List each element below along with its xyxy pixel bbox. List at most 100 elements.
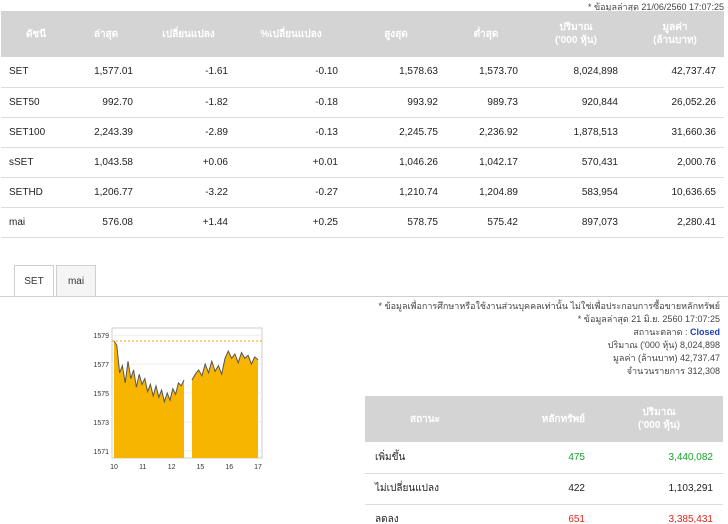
status-label: ลดลง	[365, 504, 485, 524]
status-volume: 1,103,291	[595, 473, 723, 505]
col-header-change[interactable]: เปลี่ยนแปลง	[141, 11, 236, 57]
col-header-high[interactable]: สูงสุด	[346, 11, 446, 57]
status-count: 651	[485, 504, 595, 524]
table-row: SETHD 1,206.77 -3.22 -0.27 1,210.74 1,20…	[1, 177, 724, 208]
cell-last: 576.08	[71, 207, 141, 238]
col-header-low[interactable]: ต่ำสุด	[446, 11, 526, 57]
cell-low: 1,204.89	[446, 177, 526, 208]
status-table: สถานะ หลักทรัพย์ ปริมาณ ('000 หุ้น) เพิ่…	[365, 396, 723, 524]
value-value: 42,737.47	[679, 353, 720, 363]
col-header-volume[interactable]: ปริมาณ ('000 หุ้น)	[526, 11, 626, 57]
table-row: SET 1,577.01 -1.61 -0.10 1,578.63 1,573.…	[1, 57, 724, 88]
cell-low: 989.73	[446, 87, 526, 118]
cell-pct: +0.25	[236, 207, 346, 238]
cell-low: 2,236.92	[446, 117, 526, 148]
disclaimer-text: * ข้อมูลเพื่อการศึกษาหรือใช้งานส่วนบุคคล…	[378, 301, 720, 311]
value-header-text: มูลค่า (ล้านบาท)	[653, 22, 697, 46]
cell-high: 993.92	[346, 87, 446, 118]
tab-mai[interactable]: mai	[56, 265, 96, 297]
status-label: เพิ่มขึ้น	[365, 442, 485, 474]
status-volume: 3,385,431	[595, 504, 723, 524]
col-header-status[interactable]: สถานะ	[365, 396, 485, 442]
cell-last: 2,243.39	[71, 117, 141, 148]
cell-pct: -0.13	[236, 117, 346, 148]
cell-last: 1,043.58	[71, 147, 141, 178]
x-tick-label: 11	[139, 464, 146, 470]
tab-divider	[0, 296, 728, 297]
cell-volume: 570,431	[526, 147, 626, 178]
cell-value: 2,000.76	[626, 147, 724, 178]
col-header-securities[interactable]: หลักทรัพย์	[485, 396, 595, 442]
y-tick-label: 1579	[93, 333, 109, 340]
cell-volume: 920,844	[526, 87, 626, 118]
y-tick-label: 1575	[93, 391, 109, 398]
table-row: ลดลง 651 3,385,431	[365, 504, 723, 524]
x-tick-label: 12	[168, 464, 176, 470]
cell-high: 1,210.74	[346, 177, 446, 208]
cell-low: 1,042.17	[446, 147, 526, 178]
y-tick-label: 1571	[93, 449, 109, 456]
cell-last: 1,577.01	[71, 57, 141, 88]
y-tick-label: 1577	[93, 362, 109, 369]
trades-value: 312,308	[687, 366, 720, 376]
volume-value: 8,024,898	[679, 340, 720, 350]
cell-change: +0.06	[141, 147, 236, 178]
index-link-set50[interactable]: SET50	[1, 87, 71, 118]
cell-pct: -0.10	[236, 57, 346, 88]
table-row: SET50 992.70 -1.82 -0.18 993.92 989.73 9…	[1, 87, 724, 118]
status-volume-header-text: ปริมาณ ('000 หุ้น)	[638, 407, 680, 431]
cell-value: 26,052.26	[626, 87, 724, 118]
index-name: SET	[1, 57, 71, 88]
index-link-sset[interactable]: sSET	[1, 147, 71, 178]
intraday-chart-svg: 1579 1577 1575 1573 1571 10 11 12 15 16 17	[93, 327, 263, 471]
status-count: 475	[485, 442, 595, 474]
cell-value: 42,737.47	[626, 57, 724, 88]
col-header-index[interactable]: ดัชนี	[1, 11, 71, 57]
table-row: mai 576.08 +1.44 +0.25 578.75 575.42 897…	[1, 207, 724, 238]
col-header-last[interactable]: ล่าสุด	[71, 11, 141, 57]
cell-value: 10,636.65	[626, 177, 724, 208]
cell-last: 992.70	[71, 87, 141, 118]
cell-volume: 1,878,513	[526, 117, 626, 148]
table-row: ไม่เปลี่ยนแปลง 422 1,103,291	[365, 473, 723, 505]
col-header-value[interactable]: มูลค่า (ล้านบาท)	[626, 11, 724, 57]
cell-high: 2,245.75	[346, 117, 446, 148]
cell-change: -1.61	[141, 57, 236, 88]
table-row: sSET 1,043.58 +0.06 +0.01 1,046.26 1,042…	[1, 147, 724, 178]
cell-change: -3.22	[141, 177, 236, 208]
index-table-header: ดัชนี ล่าสุด เปลี่ยนแปลง %เปลี่ยนแปลง สู…	[1, 11, 724, 57]
volume-label: ปริมาณ ('000 หุ้น)	[607, 340, 678, 350]
trades-row: จำนวนรายการ 312,308	[340, 365, 720, 378]
index-link-sethd[interactable]: SETHD	[1, 177, 71, 208]
cell-high: 1,046.26	[346, 147, 446, 178]
x-tick-label: 16	[225, 464, 233, 470]
intraday-chart: 1579 1577 1575 1573 1571 10 11 12 15 16 17	[80, 320, 270, 471]
col-header-pct-change[interactable]: %เปลี่ยนแปลง	[236, 11, 346, 57]
status-table-header: สถานะ หลักทรัพย์ ปริมาณ ('000 หุ้น)	[365, 396, 723, 442]
status-volume: 3,440,082	[595, 442, 723, 474]
status-label: ไม่เปลี่ยนแปลง	[365, 473, 485, 505]
market-status-label: สถานะตลาด :	[633, 327, 688, 337]
index-table: ดัชนี ล่าสุด เปลี่ยนแปลง %เปลี่ยนแปลง สู…	[1, 11, 724, 238]
cell-pct: +0.01	[236, 147, 346, 178]
y-tick-label: 1573	[93, 420, 109, 427]
market-tabs: SET mai	[14, 265, 98, 297]
volume-header-text: ปริมาณ ('000 หุ้น)	[555, 22, 597, 46]
cell-volume: 897,073	[526, 207, 626, 238]
index-name: mai	[1, 207, 71, 238]
cell-high: 578.75	[346, 207, 446, 238]
cell-volume: 583,954	[526, 177, 626, 208]
cell-volume: 8,024,898	[526, 57, 626, 88]
cell-value: 31,660.36	[626, 117, 724, 148]
col-header-status-volume[interactable]: ปริมาณ ('000 หุ้น)	[595, 396, 723, 442]
tab-set[interactable]: SET	[14, 265, 54, 297]
cell-high: 1,578.63	[346, 57, 446, 88]
cell-last: 1,206.77	[71, 177, 141, 208]
index-link-set100[interactable]: SET100	[1, 117, 71, 148]
cell-change: -2.89	[141, 117, 236, 148]
cell-change: +1.44	[141, 207, 236, 238]
value-row: มูลค่า (ล้านบาท) 42,737.47	[340, 352, 720, 365]
cell-value: 2,280.41	[626, 207, 724, 238]
trades-label: จำนวนรายการ	[626, 366, 685, 376]
cell-pct: -0.27	[236, 177, 346, 208]
